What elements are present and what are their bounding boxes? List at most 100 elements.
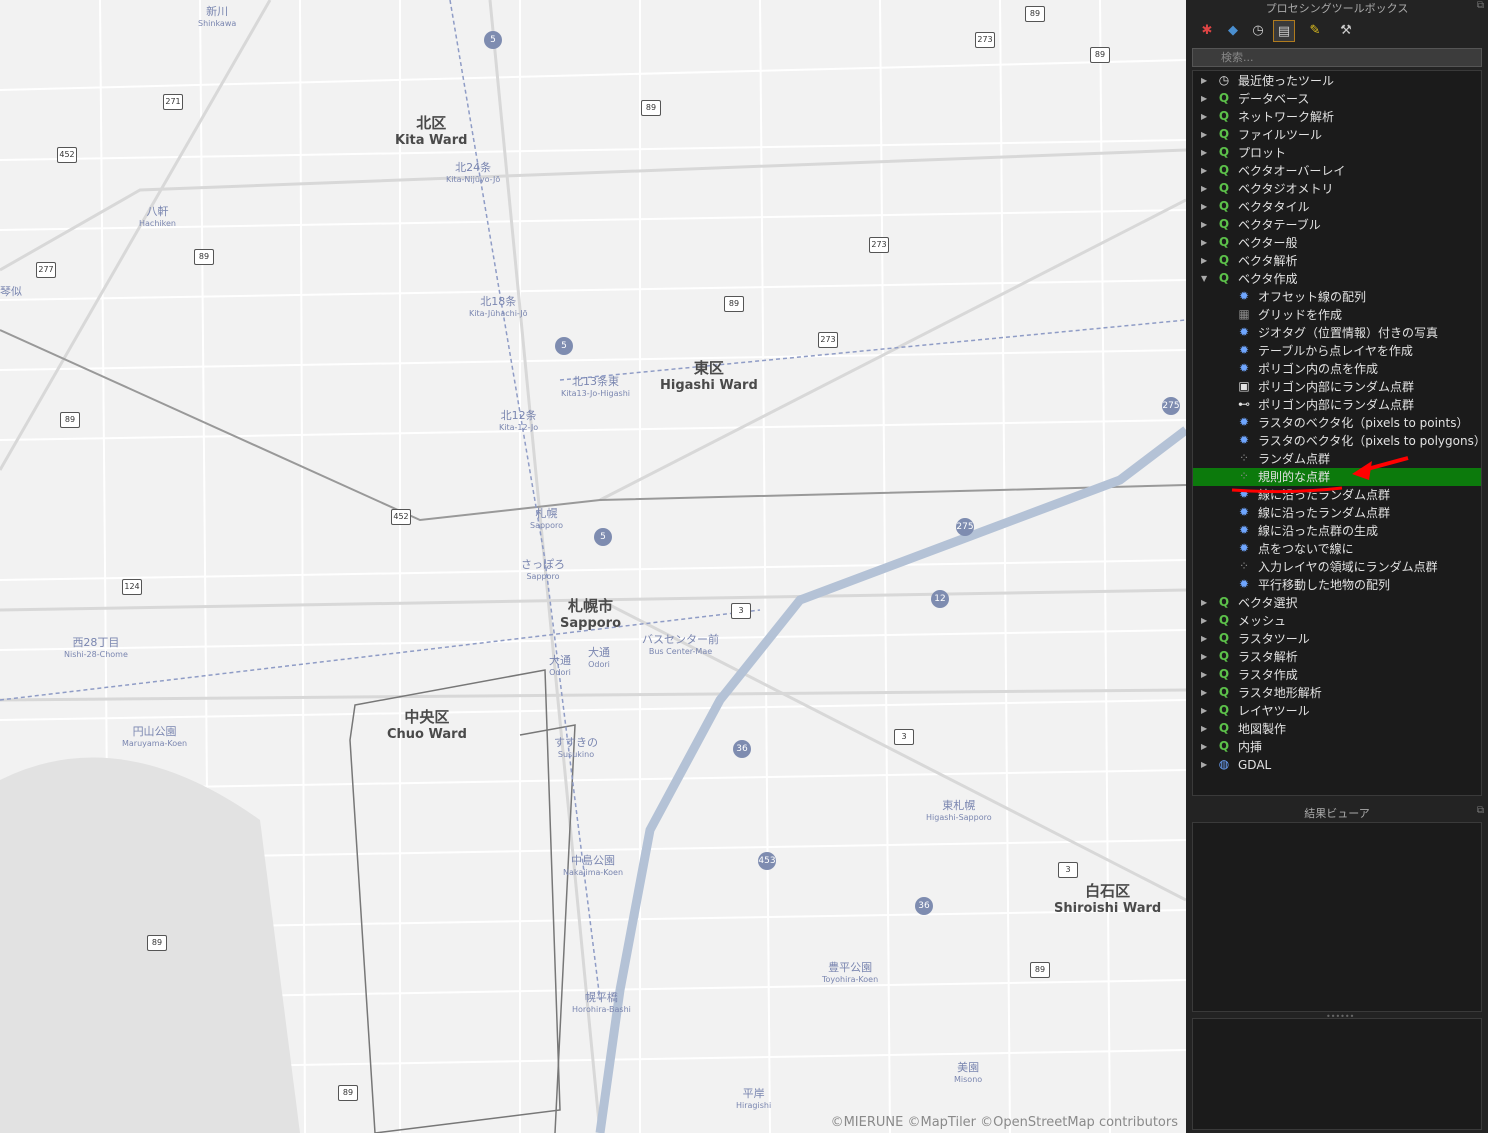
collapse-arrow-icon[interactable]: ▶ xyxy=(1201,648,1207,666)
route-shield: 89 xyxy=(724,296,744,312)
tree-group-item[interactable]: ▶ ◍ GDAL xyxy=(1193,756,1481,774)
collapse-arrow-icon[interactable]: ▶ xyxy=(1201,252,1207,270)
collapse-arrow-icon[interactable]: ▶ xyxy=(1201,684,1207,702)
search-input[interactable]: 検索... xyxy=(1192,48,1482,67)
panel-float-icon[interactable]: ⧉ xyxy=(1477,0,1484,11)
collapse-arrow-icon[interactable]: ▶ xyxy=(1201,90,1207,108)
tree-algorithm-item[interactable]: ⁘ 入力レイヤの領域にランダム点群 xyxy=(1193,558,1481,576)
results-viewer-detail[interactable] xyxy=(1192,1018,1482,1130)
tree-group-item[interactable]: ▶ Q レイヤツール xyxy=(1193,702,1481,720)
clock-icon: ◷ xyxy=(1218,73,1230,87)
tree-algorithm-item[interactable]: ⊷ ポリゴン内部にランダム点群 xyxy=(1193,396,1481,414)
tree-algorithm-item[interactable]: ▦ グリッドを作成 xyxy=(1193,306,1481,324)
tree-group-item[interactable]: ▶ Q ラスタツール xyxy=(1193,630,1481,648)
results-icon[interactable]: ▤ xyxy=(1273,20,1295,42)
collapse-arrow-icon[interactable]: ▶ xyxy=(1201,666,1207,684)
tree-item-label: ランダム点群 xyxy=(1258,452,1331,466)
tree-group-item[interactable]: ▶ Q ベクタタイル xyxy=(1193,198,1481,216)
tree-group-item[interactable]: ▶ Q ベクタテーブル xyxy=(1193,216,1481,234)
qgis-icon: Q xyxy=(1218,127,1230,141)
qgis-icon: Q xyxy=(1218,595,1230,609)
tree-algorithm-item[interactable]: ✹ ラスタのベクタ化（pixels to points） xyxy=(1193,414,1481,432)
route-shield: 452 xyxy=(391,509,411,525)
tree-group-item[interactable]: ▶ Q ラスタ地形解析 xyxy=(1193,684,1481,702)
qgis-icon: Q xyxy=(1218,649,1230,663)
station-label: バスセンター前 Bus Center-Mae xyxy=(642,633,719,657)
station-label: 幌平橋 Horohira-Bashi xyxy=(572,991,631,1015)
map-canvas[interactable]: 北区 Kita Ward 東区 Higashi Ward 札幌市 Sapporo 中央… xyxy=(0,0,1186,1133)
qgis-icon: Q xyxy=(1218,145,1230,159)
tree-algorithm-item[interactable]: ⁘ 規則的な点群 xyxy=(1193,468,1481,486)
route-shield: 89 xyxy=(194,249,214,265)
tree-item-label: ポリゴン内の点を作成 xyxy=(1258,362,1379,376)
tree-algorithm-item[interactable]: ✹ ポリゴン内の点を作成 xyxy=(1193,360,1481,378)
tree-group-item[interactable]: ▶ Q ベクタ解析 xyxy=(1193,252,1481,270)
collapse-arrow-icon[interactable]: ▶ xyxy=(1201,594,1207,612)
collapse-arrow-icon[interactable]: ▶ xyxy=(1201,702,1207,720)
collapse-arrow-icon[interactable]: ▶ xyxy=(1201,216,1207,234)
tree-group-item[interactable]: ▶ Q ベクタオーバーレイ xyxy=(1193,162,1481,180)
collapse-arrow-icon[interactable]: ▶ xyxy=(1201,234,1207,252)
tree-group-item[interactable]: ▶ Q プロット xyxy=(1193,144,1481,162)
tree-algorithm-item[interactable]: ✹ 線に沿ったランダム点群 xyxy=(1193,504,1481,522)
gear-icon: ✹ xyxy=(1238,577,1250,591)
collapse-arrow-icon[interactable]: ▶ xyxy=(1201,126,1207,144)
collapse-arrow-icon[interactable]: ▶ xyxy=(1201,108,1207,126)
tree-group-item[interactable]: ▶ Q ベクター般 xyxy=(1193,234,1481,252)
collapse-arrow-icon[interactable]: ▶ xyxy=(1201,72,1207,90)
tree-algorithm-item[interactable]: ✹ オフセット線の配列 xyxy=(1193,288,1481,306)
collapse-arrow-icon[interactable]: ▶ xyxy=(1201,162,1207,180)
tree-group-item[interactable]: ▶ Q データベース xyxy=(1193,90,1481,108)
collapse-arrow-icon[interactable]: ▶ xyxy=(1201,612,1207,630)
collapse-arrow-icon[interactable]: ▶ xyxy=(1201,144,1207,162)
python-icon[interactable]: ◆ xyxy=(1222,20,1244,42)
station-label: 札幌 Sapporo xyxy=(530,507,564,531)
route-shield: 273 xyxy=(818,332,838,348)
tree-group-item[interactable]: ▶ Q ベクタジオメトリ xyxy=(1193,180,1481,198)
collapse-arrow-icon[interactable]: ▶ xyxy=(1201,738,1207,756)
options-icon[interactable]: ⚒ xyxy=(1335,20,1357,42)
tree-algorithm-item[interactable]: ⁘ ランダム点群 xyxy=(1193,450,1481,468)
tree-algorithm-item[interactable]: ✹ 平行移動した地物の配列 xyxy=(1193,576,1481,594)
tree-algorithm-item[interactable]: ✹ 点をつないで線に xyxy=(1193,540,1481,558)
tree-group-item[interactable]: ▶ Q ラスタ作成 xyxy=(1193,666,1481,684)
collapse-arrow-icon[interactable]: ▶ xyxy=(1201,630,1207,648)
tree-group-item[interactable]: ▶ Q 内挿 xyxy=(1193,738,1481,756)
results-float-icon[interactable]: ⧉ xyxy=(1477,805,1484,816)
tree-item-label: ラスタ地形解析 xyxy=(1238,686,1322,700)
history-icon[interactable]: ◷ xyxy=(1247,20,1269,42)
tree-group-item[interactable]: ▶ Q 地図製作 xyxy=(1193,720,1481,738)
tree-group-item[interactable]: ▶ Q ファイルツール xyxy=(1193,126,1481,144)
tree-algorithm-item[interactable]: ✹ 線に沿ったランダム点群 xyxy=(1193,486,1481,504)
qgis-icon: Q xyxy=(1218,235,1230,249)
tree-item-label: 線に沿ったランダム点群 xyxy=(1258,506,1391,520)
tree-item-label: ベクタ選択 xyxy=(1238,596,1298,610)
tree-group-item[interactable]: ▶ Q ネットワーク解析 xyxy=(1193,108,1481,126)
tree-algorithm-item[interactable]: ▣ ポリゴン内部にランダム点群 xyxy=(1193,378,1481,396)
collapse-arrow-icon[interactable]: ▶ xyxy=(1201,720,1207,738)
models-icon[interactable]: ✱ xyxy=(1196,20,1218,42)
qgis-icon: Q xyxy=(1218,739,1230,753)
algorithm-tree[interactable]: ▶ ◷ 最近使ったツール ▶ Q データベース ▶ Q ネットワーク解析 ▶ Q ファイルツール ▶ Q プ… xyxy=(1192,70,1482,796)
collapse-arrow-icon[interactable]: ▶ xyxy=(1201,180,1207,198)
tree-group-item[interactable]: ▶ Q メッシュ xyxy=(1193,612,1481,630)
tree-group-item[interactable]: ▼ Q ベクタ作成 xyxy=(1193,270,1481,288)
edit-features-icon[interactable]: ✎ xyxy=(1304,20,1326,42)
tree-algorithm-item[interactable]: ✹ ジオタグ（位置情報）付きの写真 xyxy=(1193,324,1481,342)
station-label: 北18条 Kita-Jūhachi-Jō xyxy=(469,295,528,319)
route-shield: 453 xyxy=(758,852,776,870)
tree-group-item[interactable]: ▶ Q ラスタ解析 xyxy=(1193,648,1481,666)
tree-group-item[interactable]: ▶ Q ベクタ選択 xyxy=(1193,594,1481,612)
results-viewer-list[interactable] xyxy=(1192,822,1482,1012)
tree-algorithm-item[interactable]: ✹ ラスタのベクタ化（pixels to polygons） xyxy=(1193,432,1481,450)
tree-group-item[interactable]: ▶ ◷ 最近使ったツール xyxy=(1193,72,1481,90)
expand-arrow-icon[interactable]: ▼ xyxy=(1201,270,1207,288)
tree-item-label: ポリゴン内部にランダム点群 xyxy=(1258,398,1415,412)
qgis-icon: Q xyxy=(1218,163,1230,177)
tree-algorithm-item[interactable]: ✹ 線に沿った点群の生成 xyxy=(1193,522,1481,540)
tree-item-label: グリッドを作成 xyxy=(1258,308,1343,322)
ward-label-kita: 北区 Kita Ward xyxy=(395,114,468,149)
collapse-arrow-icon[interactable]: ▶ xyxy=(1201,198,1207,216)
tree-algorithm-item[interactable]: ✹ テーブルから点レイヤを作成 xyxy=(1193,342,1481,360)
collapse-arrow-icon[interactable]: ▶ xyxy=(1201,756,1207,774)
